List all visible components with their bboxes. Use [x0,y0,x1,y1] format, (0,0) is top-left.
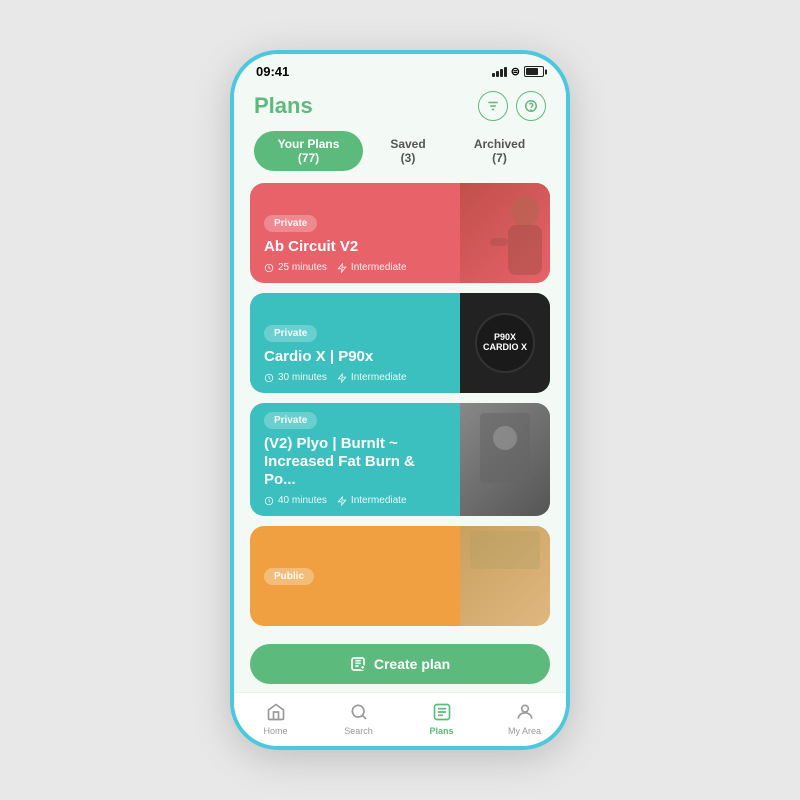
card-title-3: (V2) Plyo | BurnIt ~ Increased Fat Burn … [264,435,446,489]
card-body-4: Public [250,526,460,626]
header-icons [478,91,546,121]
card-meta-1: 25 minutes Intermediate [264,262,446,273]
create-plan-section: Create plan [234,634,566,692]
level-1: Intermediate [337,262,407,273]
status-bar: 09:41 ⊜ [234,54,566,83]
nav-my-area[interactable]: My Area [500,701,550,736]
create-plan-icon [350,656,366,672]
card-image-4 [460,526,550,626]
filter-button[interactable] [478,91,508,121]
badge-private-1: Private [264,215,317,232]
help-button[interactable] [516,91,546,121]
phone-frame: 09:41 ⊜ Plans [230,50,570,750]
card-title-1: Ab Circuit V2 [264,238,446,256]
duration-2: 30 minutes [264,372,327,383]
badge-private-3: Private [264,412,317,429]
level-2: Intermediate [337,372,407,383]
create-plan-button[interactable]: Create plan [250,644,550,684]
card-image-2: P90XCARDIO X [460,293,550,393]
status-time: 09:41 [256,64,289,79]
plans-list: Private Ab Circuit V2 25 minutes Interme… [234,183,566,634]
tabs-bar: Your Plans (77) Saved (3) Archived (7) [234,131,566,183]
nav-search[interactable]: Search [334,701,384,736]
bottom-nav: Home Search Plans [234,692,566,746]
level-3: Intermediate [337,495,407,506]
card-meta-3: 40 minutes Intermediate [264,495,446,506]
plans-icon [431,701,453,723]
header: Plans [234,83,566,131]
page-title: Plans [254,93,313,119]
tab-saved[interactable]: Saved (3) [369,131,447,171]
wifi-icon: ⊜ [511,65,520,78]
tab-your-plans[interactable]: Your Plans (77) [254,131,363,171]
my-area-icon [514,701,536,723]
nav-home-label: Home [263,726,287,736]
card-body-2: Private Cardio X | P90x 30 minutes Inter… [250,293,460,393]
card-title-2: Cardio X | P90x [264,348,446,366]
status-icons: ⊜ [492,65,544,78]
nav-home[interactable]: Home [251,701,301,736]
p90x-logo: P90XCARDIO X [475,313,535,373]
search-icon [348,701,370,723]
card-body-3: Private (V2) Plyo | BurnIt ~ Increased F… [250,403,460,516]
plan-card-plyo[interactable]: Private (V2) Plyo | BurnIt ~ Increased F… [250,403,550,516]
badge-public: Public [264,568,314,585]
plan-card-ab-circuit[interactable]: Private Ab Circuit V2 25 minutes Interme… [250,183,550,283]
duration-1: 25 minutes [264,262,327,273]
nav-plans-label: Plans [429,726,453,736]
plan-card-public[interactable]: Public [250,526,550,626]
plan-card-cardio[interactable]: Private Cardio X | P90x 30 minutes Inter… [250,293,550,393]
card-image-3 [460,403,550,516]
nav-search-label: Search [344,726,373,736]
duration-3: 40 minutes [264,495,327,506]
signal-icon [492,67,507,77]
badge-private-2: Private [264,325,317,342]
nav-my-area-label: My Area [508,726,541,736]
nav-plans[interactable]: Plans [417,701,467,736]
card-body-1: Private Ab Circuit V2 25 minutes Interme… [250,183,460,283]
card-meta-2: 30 minutes Intermediate [264,372,446,383]
battery-icon [524,66,544,77]
tab-archived[interactable]: Archived (7) [453,131,546,171]
card-image-1 [460,183,550,283]
app-screen: Plans Your Plans (77) Save [234,83,566,746]
home-icon [265,701,287,723]
